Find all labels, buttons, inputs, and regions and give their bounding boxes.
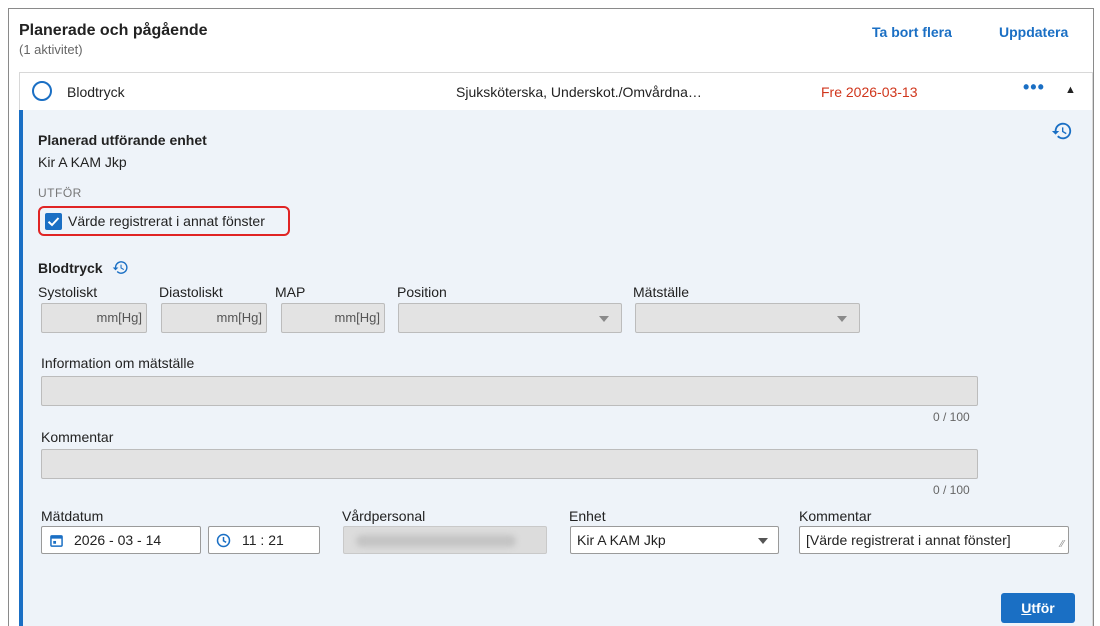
redacted-staff-name bbox=[356, 535, 516, 547]
activity-date: Fre 2026-03-13 bbox=[821, 84, 918, 100]
checkmark-icon bbox=[47, 217, 60, 227]
execute-button-label: tför bbox=[1031, 600, 1055, 616]
remove-many-link[interactable]: Ta bort flera bbox=[872, 24, 952, 40]
unit-select[interactable]: Kir A KAM Jkp bbox=[570, 526, 779, 554]
map-unit: mm[Hg] bbox=[334, 310, 381, 325]
checkbox-highlight: Värde registrerat i annat fönster bbox=[38, 206, 290, 236]
site-label: Mätställe bbox=[633, 284, 690, 300]
date-input[interactable]: 2026 - 03 - 14 bbox=[41, 526, 201, 554]
systolic-input[interactable]: mm[Hg] bbox=[41, 303, 147, 333]
unit-value: Kir A KAM Jkp bbox=[577, 532, 666, 548]
activity-count: (1 aktivitet) bbox=[19, 42, 83, 57]
execute-section-label: UTFÖR bbox=[38, 186, 82, 200]
measure-history-icon[interactable] bbox=[112, 259, 129, 276]
activity-name: Blodtryck bbox=[67, 84, 125, 100]
history-icon[interactable] bbox=[1051, 120, 1073, 142]
systolic-label: Systoliskt bbox=[38, 284, 98, 300]
systolic-unit: mm[Hg] bbox=[96, 310, 143, 325]
site-info-label: Information om mätställe bbox=[41, 355, 195, 371]
time-input[interactable]: 11 : 21 bbox=[208, 526, 320, 554]
site-info-input[interactable] bbox=[41, 376, 978, 406]
bottom-comment-value: [Värde registrerat i annat fönster] bbox=[806, 532, 1011, 548]
chevron-down-icon bbox=[837, 316, 847, 322]
map-input[interactable]: mm[Hg] bbox=[281, 303, 385, 333]
site-select[interactable] bbox=[635, 303, 860, 333]
activity-row[interactable]: Blodtryck Sjuksköterska, Underskot./Omvå… bbox=[19, 72, 1093, 110]
diastolic-unit: mm[Hg] bbox=[216, 310, 263, 325]
date-label: Mätdatum bbox=[41, 508, 104, 524]
bottom-comment-input[interactable]: [Värde registrerat i annat fönster] ⁄⁄ bbox=[799, 526, 1069, 554]
registered-elsewhere-checkbox[interactable] bbox=[45, 213, 62, 230]
execute-button[interactable]: Utför bbox=[1001, 593, 1075, 623]
chevron-down-icon bbox=[758, 538, 768, 544]
position-label: Position bbox=[397, 284, 447, 300]
activity-roles: Sjuksköterska, Underskot./Omvårdna… bbox=[456, 84, 702, 100]
comment-label: Kommentar bbox=[41, 429, 114, 445]
site-info-counter: 0 / 100 bbox=[933, 410, 970, 424]
diastolic-input[interactable]: mm[Hg] bbox=[161, 303, 267, 333]
chevron-down-icon bbox=[599, 316, 609, 322]
position-select[interactable] bbox=[398, 303, 622, 333]
unit-label: Enhet bbox=[569, 508, 606, 524]
date-value: 2026 - 03 - 14 bbox=[74, 532, 162, 548]
bottom-comment-label: Kommentar bbox=[799, 508, 872, 524]
execute-button-accesskey: U bbox=[1021, 600, 1032, 616]
map-label: MAP bbox=[275, 284, 306, 300]
collapse-caret-icon[interactable]: ▲ bbox=[1065, 84, 1076, 96]
clock-icon bbox=[216, 533, 231, 548]
status-circle-icon[interactable] bbox=[32, 81, 52, 101]
comment-input[interactable] bbox=[41, 449, 978, 479]
planned-unit-value: Kir A KAM Jkp bbox=[38, 154, 127, 170]
planned-unit-label: Planerad utförande enhet bbox=[38, 132, 207, 148]
time-value: 11 : 21 bbox=[242, 532, 284, 548]
registered-elsewhere-label: Värde registrerat i annat fönster bbox=[68, 213, 265, 229]
update-link[interactable]: Uppdatera bbox=[999, 24, 1068, 40]
calendar-icon bbox=[50, 535, 63, 547]
section-title: Planerade och pågående bbox=[19, 22, 208, 39]
measure-title: Blodtryck bbox=[38, 260, 103, 276]
diastolic-label: Diastoliskt bbox=[159, 284, 223, 300]
staff-label: Vårdpersonal bbox=[342, 508, 426, 524]
resize-handle-icon[interactable]: ⁄⁄ bbox=[1061, 539, 1064, 550]
more-options-icon[interactable]: ••• bbox=[1023, 77, 1045, 98]
comment-counter: 0 / 100 bbox=[933, 483, 970, 497]
activity-detail-panel: Planerad utförande enhet Kir A KAM Jkp U… bbox=[19, 110, 1093, 626]
staff-input[interactable] bbox=[343, 526, 547, 554]
